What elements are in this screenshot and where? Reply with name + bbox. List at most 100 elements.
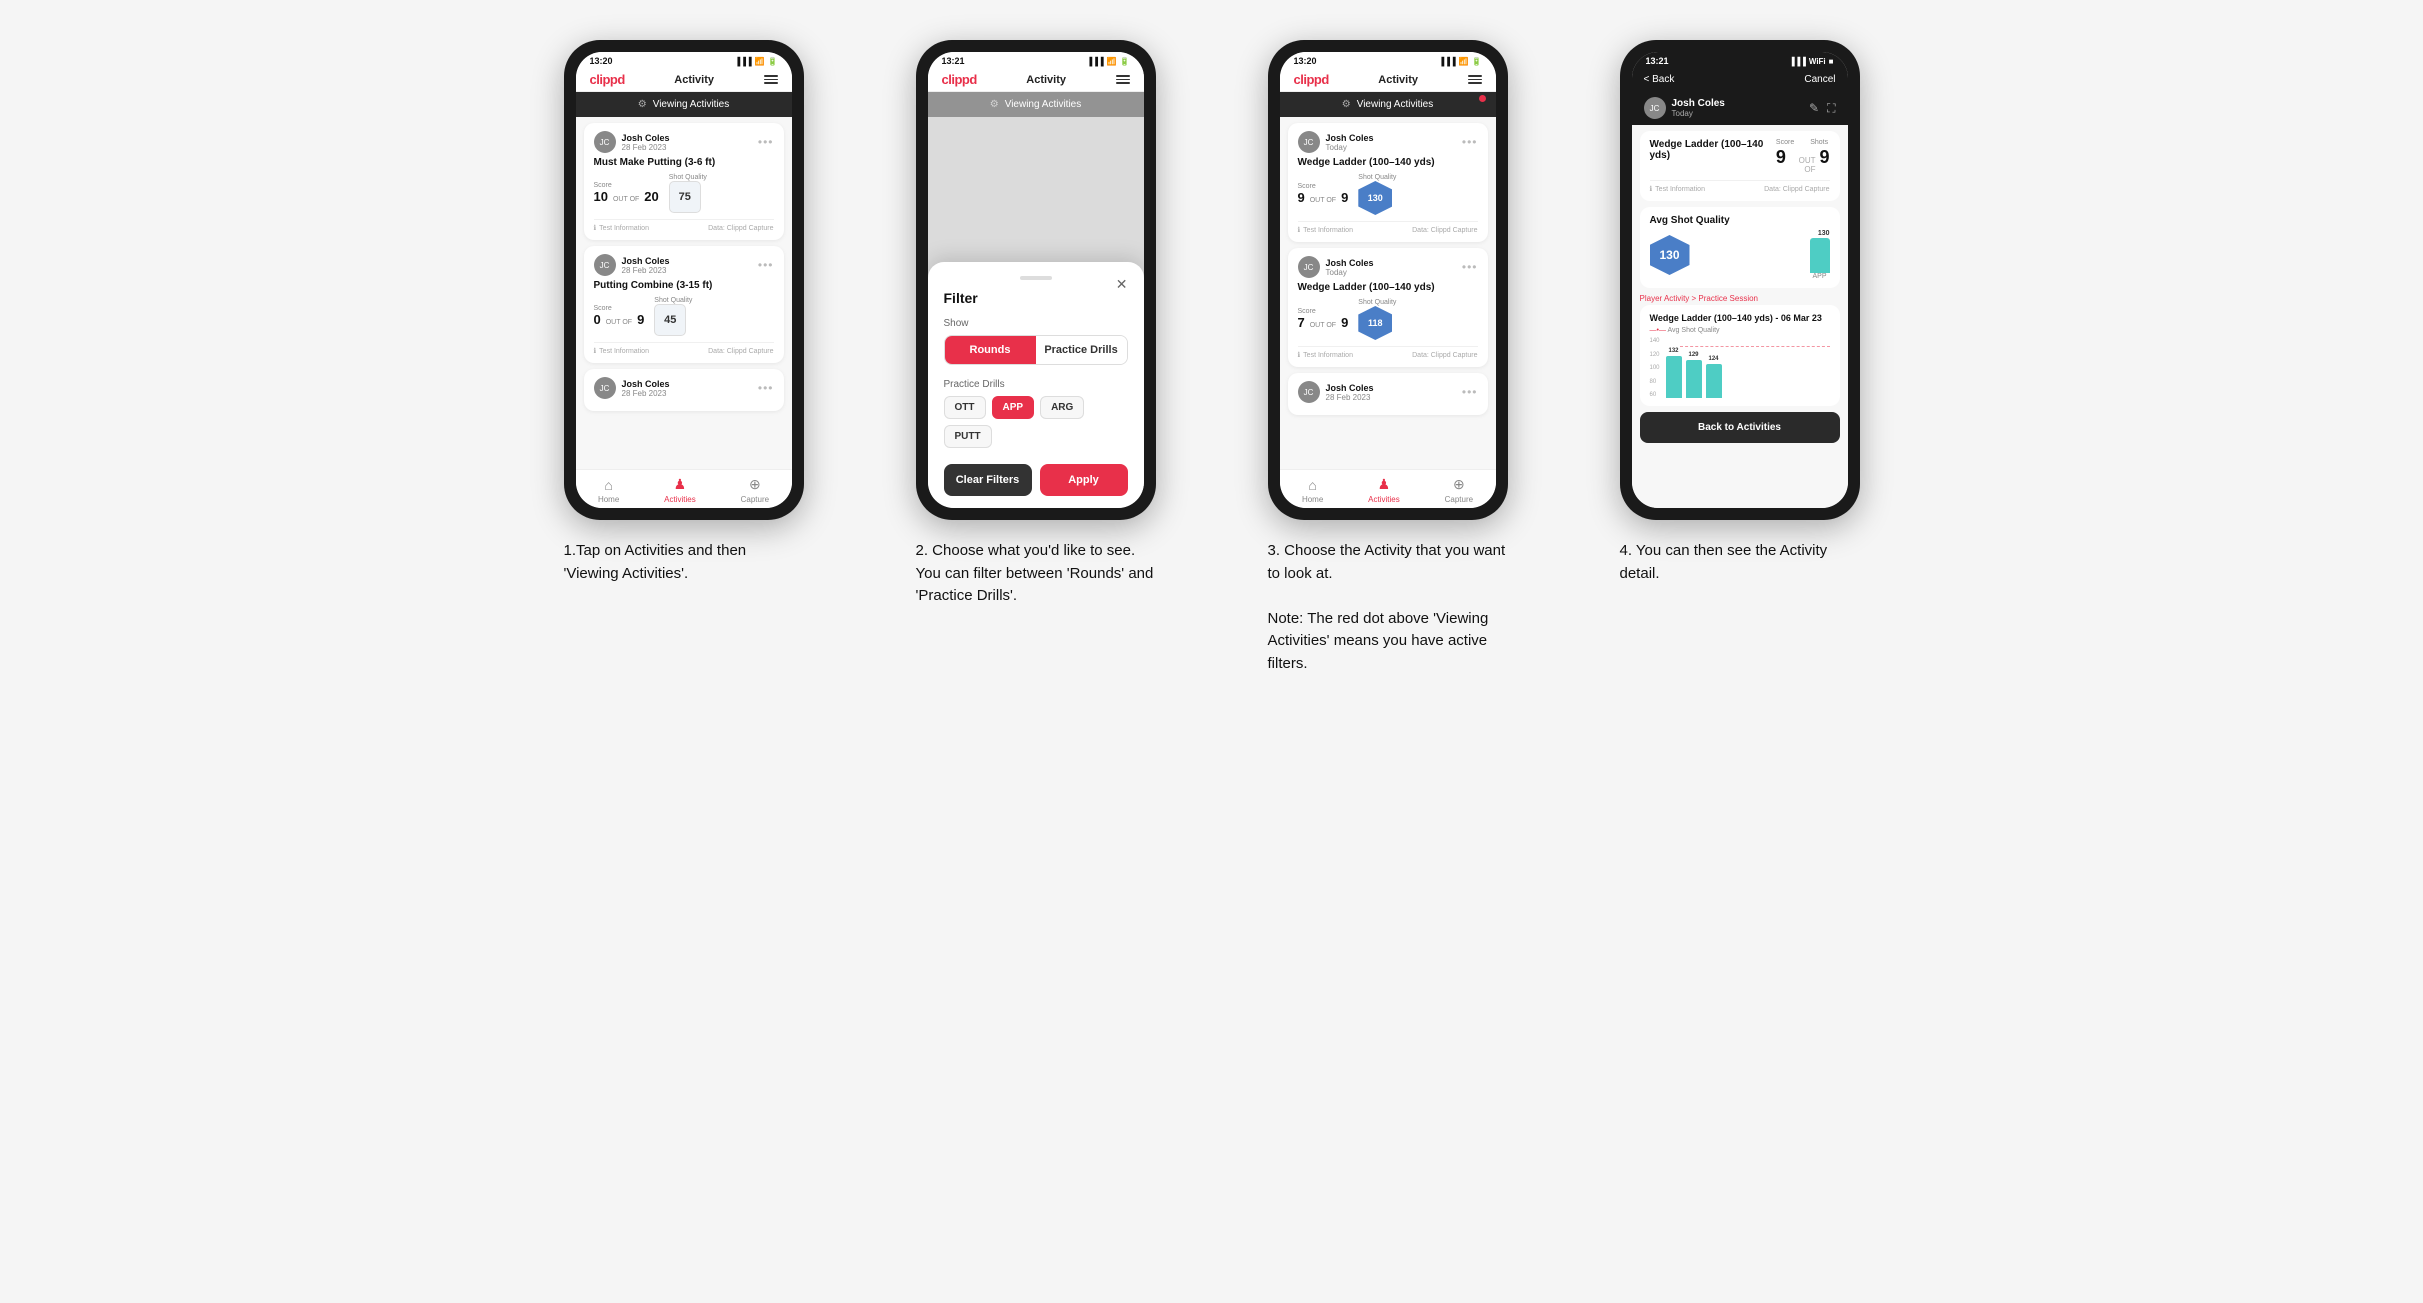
status-icons-3: ▐▐▐ 📶 🔋 [1439, 57, 1482, 66]
filter-chip-putt[interactable]: PUTT [944, 425, 992, 448]
activity-card-3-2[interactable]: JC Josh Coles Today ••• Wedge Ladder (10… [1288, 248, 1488, 367]
activity-card-3-3[interactable]: JC Josh Coles 28 Feb 2023 ••• [1288, 373, 1488, 415]
sq-label-2: Shot Quality [654, 297, 692, 304]
viewing-bar-3[interactable]: ⚙ Viewing Activities [1280, 92, 1496, 117]
settings-icon-1: ⚙ [638, 99, 647, 110]
phone-column-1: 13:20 ▐▐▐ 📶 🔋 clippd Activity [524, 40, 844, 585]
more-dots-2[interactable]: ••• [758, 258, 774, 272]
nav-activities-3[interactable]: ♟ Activities [1368, 476, 1400, 504]
bar-1 [1666, 356, 1682, 398]
sq-hex-3-1: 130 [1358, 181, 1392, 215]
phone-3: 13:20 ▐▐▐ 📶 🔋 clippd Activity [1268, 40, 1508, 520]
phone-screen-4: 13:21 ▐▐▐ WiFi ■ < Back Cancel JC [1632, 52, 1848, 508]
clear-filters-btn[interactable]: Clear Filters [944, 464, 1032, 496]
expand-icon-4[interactable]: ⛶ [1827, 101, 1835, 116]
battery-icon-2: 🔋 [1120, 57, 1130, 66]
detail-user-row: JC Josh Coles Today ✎ ⛶ [1632, 91, 1848, 125]
data-capture-1: Data: Clippd Capture [708, 225, 773, 232]
nav-home-1[interactable]: ⌂ Home [598, 477, 619, 504]
user-info-3-1: Josh Coles Today [1326, 133, 1374, 152]
menu-icon-2[interactable] [1116, 75, 1130, 84]
filter-chip-arg[interactable]: ARG [1040, 396, 1084, 419]
viewing-bar-text-3: Viewing Activities [1357, 99, 1434, 110]
activities-label-1: Activities [664, 495, 696, 504]
user-date-3: 28 Feb 2023 [622, 389, 670, 398]
score-row-1: 10 OUT OF 20 [594, 189, 659, 205]
filter-close-icon[interactable]: ✕ [1116, 276, 1128, 293]
card-footer-2: ℹ Test Information Data: Clippd Capture [594, 342, 774, 355]
user-date-2: 28 Feb 2023 [622, 266, 670, 275]
capture-label-3: Capture [1445, 495, 1473, 504]
viewing-bar-1[interactable]: ⚙ Viewing Activities [576, 92, 792, 117]
back-button-4[interactable]: < Back [1644, 74, 1675, 85]
filter-chip-app[interactable]: APP [992, 396, 1035, 419]
sq-badge-1: 75 [669, 181, 701, 213]
user-name-2: Josh Coles [622, 256, 670, 266]
score-row-3-1: 9 OUT OF 9 [1298, 190, 1349, 206]
filter-chip-ott[interactable]: OTT [944, 396, 986, 419]
viewing-bar-2[interactable]: ⚙ Viewing Activities [928, 92, 1144, 117]
detail-action-icons: ✎ ⛶ [1809, 101, 1835, 116]
sq-block-3-1: Shot Quality 130 [1358, 174, 1396, 215]
caption-2: 2. Choose what you'd like to see. You ca… [916, 540, 1156, 608]
more-dots-1[interactable]: ••• [758, 135, 774, 149]
test-info-3-1: ℹ Test Information [1298, 226, 1353, 234]
user-info-2: Josh Coles 28 Feb 2023 [622, 256, 670, 275]
card-title-2: Putting Combine (3-15 ft) [594, 280, 774, 291]
filter-handle [1020, 276, 1052, 280]
more-dots-3-2[interactable]: ••• [1462, 260, 1478, 274]
shots-hdr: Shots [1810, 139, 1828, 146]
score-block-2: Score 0 OUT OF 9 [594, 305, 645, 328]
edit-icon-4[interactable]: ✎ [1809, 101, 1819, 116]
apply-btn[interactable]: Apply [1040, 464, 1128, 496]
avatar-1: JC [594, 131, 616, 153]
settings-icon-2: ⚙ [990, 99, 999, 110]
nav-bar-3: clippd Activity [1280, 68, 1496, 92]
outof-4: OUT OF [1790, 156, 1816, 174]
score-block-1: Score 10 OUT OF 20 [594, 182, 659, 205]
more-dots-3-1[interactable]: ••• [1462, 135, 1478, 149]
filter-rounds-btn[interactable]: Rounds [945, 336, 1036, 364]
battery-icon-4: ■ [1829, 57, 1834, 66]
menu-icon-3[interactable] [1468, 75, 1482, 84]
nav-activities-1[interactable]: ♟ Activities [664, 476, 696, 504]
user-name-3-2: Josh Coles [1326, 258, 1374, 268]
back-to-activities-btn[interactable]: Back to Activities [1640, 412, 1840, 443]
phone-1: 13:20 ▐▐▐ 📶 🔋 clippd Activity [564, 40, 804, 520]
sq-block-1: Shot Quality 75 [669, 174, 707, 213]
cancel-button-4[interactable]: Cancel [1804, 74, 1835, 85]
more-dots-3[interactable]: ••• [758, 381, 774, 395]
nav-capture-3[interactable]: ⊕ Capture [1445, 476, 1473, 504]
card-user-3: JC Josh Coles 28 Feb 2023 [594, 377, 670, 399]
test-info-3-2: ℹ Test Information [1298, 351, 1353, 359]
filter-show-label: Show [944, 318, 1128, 329]
activity-card-2[interactable]: JC Josh Coles 28 Feb 2023 ••• Putting Co… [584, 246, 784, 363]
nav-capture-1[interactable]: ⊕ Capture [741, 476, 769, 504]
sq-label-3-1: Shot Quality [1358, 174, 1396, 181]
avatar-3-2: JC [1298, 256, 1320, 278]
user-info-3-2: Josh Coles Today [1326, 258, 1374, 277]
card-footer-3-1: ℹ Test Information Data: Clippd Capture [1298, 221, 1478, 234]
detail-scroll: Wedge Ladder (100–140 yds) Score Shots 9… [1632, 125, 1848, 508]
menu-icon-1[interactable] [764, 75, 778, 84]
filter-drills-btn[interactable]: Practice Drills [1036, 336, 1127, 364]
activity-card-1[interactable]: JC Josh Coles 28 Feb 2023 ••• Must Make … [584, 123, 784, 240]
shots-big: 9 [1819, 147, 1829, 168]
test-info-2: ℹ Test Information [594, 347, 649, 355]
dashed-line [1680, 346, 1830, 347]
activity-card-3-1[interactable]: JC Josh Coles Today ••• Wedge Ladder (10… [1288, 123, 1488, 242]
detail-score-col: Score Shots 9 OUT OF 9 [1776, 139, 1830, 174]
nav-title-2: Activity [1026, 74, 1066, 86]
score-big: 9 [1776, 147, 1786, 168]
battery-icon-1: 🔋 [768, 57, 778, 66]
activity-card-3[interactable]: JC Josh Coles 28 Feb 2023 ••• [584, 369, 784, 411]
nav-bar-2: clippd Activity [928, 68, 1144, 92]
chart-area: Wedge Ladder (100–140 yds) - 06 Mar 23 —… [1640, 305, 1840, 406]
card-user-3-2: JC Josh Coles Today [1298, 256, 1374, 278]
battery-icon-3: 🔋 [1472, 57, 1482, 66]
score-label-1: Score [594, 182, 659, 189]
filter-chips-row: OTT APP ARG PUTT [944, 396, 1128, 448]
nav-home-3[interactable]: ⌂ Home [1302, 477, 1323, 504]
shots-val-2: 9 [637, 312, 644, 328]
more-dots-3-3[interactable]: ••• [1462, 385, 1478, 399]
